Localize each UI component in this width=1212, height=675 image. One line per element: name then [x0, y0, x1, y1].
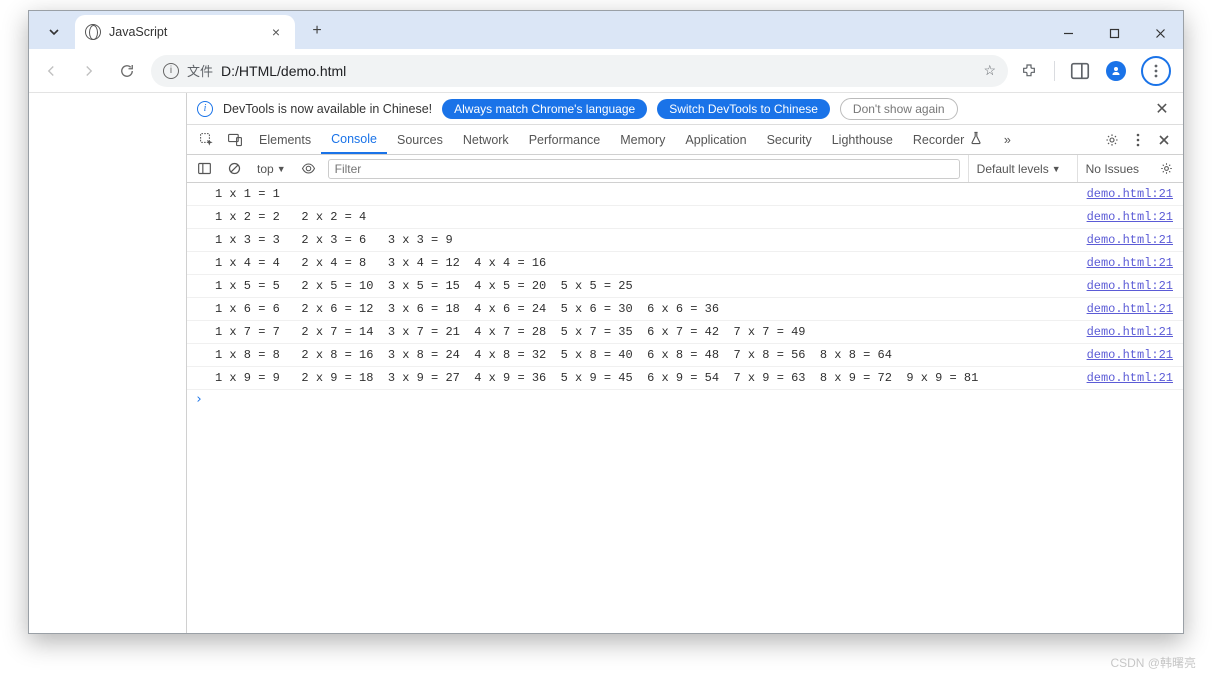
chevron-down-icon: ▼: [277, 164, 286, 174]
device-toolbar-icon[interactable]: [221, 125, 249, 154]
browser-tab[interactable]: JavaScript ×: [75, 15, 295, 49]
tab-elements[interactable]: Elements: [249, 125, 321, 154]
inspect-element-icon[interactable]: [193, 125, 221, 154]
console-log-message: 1 x 3 = 3 2 x 3 = 6 3 x 3 = 9: [187, 229, 1087, 251]
more-tabs-button[interactable]: »: [994, 125, 1020, 154]
console-log-source-link[interactable]: demo.html:21: [1087, 252, 1183, 274]
infobar-close-button[interactable]: ✕: [1151, 99, 1173, 119]
console-log-message: 1 x 1 = 1: [187, 183, 1087, 205]
console-log-row: 1 x 6 = 6 2 x 6 = 12 3 x 6 = 18 4 x 6 = …: [187, 298, 1183, 321]
issues-indicator[interactable]: No Issues: [1077, 155, 1147, 182]
separator: [1054, 61, 1055, 81]
window-maximize-button[interactable]: [1091, 17, 1137, 49]
watermark: CSDN @韩曙亮: [1110, 654, 1196, 671]
tab-recorder[interactable]: Recorder: [903, 125, 994, 154]
console-log-row: 1 x 7 = 7 2 x 7 = 14 3 x 7 = 21 4 x 7 = …: [187, 321, 1183, 344]
console-log-row: 1 x 9 = 9 2 x 9 = 18 3 x 9 = 27 4 x 9 = …: [187, 367, 1183, 390]
console-filter[interactable]: [328, 159, 960, 179]
chevron-down-icon: ▼: [1052, 164, 1061, 174]
infobar-match-language-button[interactable]: Always match Chrome's language: [442, 99, 647, 119]
nav-back-button[interactable]: [37, 57, 65, 85]
window-controls: [1045, 17, 1183, 49]
clear-console-icon[interactable]: [223, 158, 245, 180]
tab-close-button[interactable]: ×: [267, 23, 285, 41]
console-log-message: 1 x 2 = 2 2 x 2 = 4: [187, 206, 1087, 228]
console-output[interactable]: 1 x 1 = 1demo.html:211 x 2 = 2 2 x 2 = 4…: [187, 183, 1183, 633]
bookmark-star-icon[interactable]: ☆: [983, 62, 996, 79]
tab-console[interactable]: Console: [321, 125, 387, 154]
url-path: D:/HTML/demo.html: [221, 63, 346, 79]
globe-icon: [85, 24, 101, 40]
console-log-source-link[interactable]: demo.html:21: [1087, 206, 1183, 228]
console-log-source-link[interactable]: demo.html:21: [1087, 367, 1183, 389]
console-log-row: 1 x 5 = 5 2 x 5 = 10 3 x 5 = 15 4 x 5 = …: [187, 275, 1183, 298]
console-log-message: 1 x 7 = 7 2 x 7 = 14 3 x 7 = 21 4 x 7 = …: [187, 321, 1087, 343]
tab-search-button[interactable]: [39, 17, 69, 47]
page-content: [29, 93, 187, 633]
info-icon: i: [197, 101, 213, 117]
extensions-icon[interactable]: [1018, 60, 1040, 82]
console-log-message: 1 x 4 = 4 2 x 4 = 8 3 x 4 = 12 4 x 4 = 1…: [187, 252, 1087, 274]
console-settings-icon[interactable]: [1155, 158, 1177, 180]
devtools-menu-button[interactable]: [1125, 125, 1151, 154]
infobar-switch-language-button[interactable]: Switch DevTools to Chinese: [657, 99, 830, 119]
console-log-source-link[interactable]: demo.html:21: [1087, 275, 1183, 297]
devtools-panel: i DevTools is now available in Chinese! …: [187, 93, 1183, 633]
console-log-message: 1 x 9 = 9 2 x 9 = 18 3 x 9 = 27 4 x 9 = …: [187, 367, 1087, 389]
console-log-row: 1 x 1 = 1demo.html:21: [187, 183, 1183, 206]
tab-network[interactable]: Network: [453, 125, 519, 154]
filter-input[interactable]: [328, 159, 960, 179]
console-prompt[interactable]: ›: [187, 390, 1183, 407]
console-log-message: 1 x 8 = 8 2 x 8 = 16 3 x 8 = 24 4 x 8 = …: [187, 344, 1087, 366]
url-scheme: 文件: [187, 61, 213, 80]
infobar-text: DevTools is now available in Chinese!: [223, 102, 432, 116]
console-log-row: 1 x 4 = 4 2 x 4 = 8 3 x 4 = 12 4 x 4 = 1…: [187, 252, 1183, 275]
tab-security[interactable]: Security: [757, 125, 822, 154]
toggle-sidebar-icon[interactable]: [193, 158, 215, 180]
tab-application[interactable]: Application: [675, 125, 756, 154]
window-close-button[interactable]: [1137, 17, 1183, 49]
chrome-menu-button[interactable]: [1141, 56, 1171, 86]
execution-context-selector[interactable]: top ▼: [253, 162, 290, 176]
avatar-icon: [1106, 61, 1126, 81]
devtools-tabbar: Elements Console Sources Network Perform…: [187, 125, 1183, 155]
console-log-message: 1 x 5 = 5 2 x 5 = 10 3 x 5 = 15 4 x 5 = …: [187, 275, 1087, 297]
console-toolbar: top ▼ Default levels ▼ No Issues: [187, 155, 1183, 183]
address-bar: i 文件 D:/HTML/demo.html ☆: [29, 49, 1183, 93]
console-log-row: 1 x 3 = 3 2 x 3 = 6 3 x 3 = 9demo.html:2…: [187, 229, 1183, 252]
profile-button[interactable]: [1105, 60, 1127, 82]
devtools-infobar: i DevTools is now available in Chinese! …: [187, 93, 1183, 125]
window-minimize-button[interactable]: [1045, 17, 1091, 49]
tab-strip: JavaScript × +: [29, 11, 1183, 49]
side-panel-icon[interactable]: [1069, 60, 1091, 82]
nav-forward-button[interactable]: [75, 57, 103, 85]
console-log-source-link[interactable]: demo.html:21: [1087, 321, 1183, 343]
tab-title: JavaScript: [109, 25, 167, 39]
new-tab-button[interactable]: +: [303, 17, 331, 45]
console-log-row: 1 x 8 = 8 2 x 8 = 16 3 x 8 = 24 4 x 8 = …: [187, 344, 1183, 367]
site-info-icon[interactable]: i: [163, 63, 179, 79]
tab-performance[interactable]: Performance: [519, 125, 611, 154]
nav-reload-button[interactable]: [113, 57, 141, 85]
flask-icon: [968, 130, 984, 149]
console-log-row: 1 x 2 = 2 2 x 2 = 4demo.html:21: [187, 206, 1183, 229]
console-log-source-link[interactable]: demo.html:21: [1087, 229, 1183, 251]
live-expression-icon[interactable]: [298, 158, 320, 180]
console-log-message: 1 x 6 = 6 2 x 6 = 12 3 x 6 = 18 4 x 6 = …: [187, 298, 1087, 320]
devtools-close-button[interactable]: [1151, 125, 1177, 154]
tab-lighthouse[interactable]: Lighthouse: [822, 125, 903, 154]
tab-sources[interactable]: Sources: [387, 125, 453, 154]
url-field[interactable]: i 文件 D:/HTML/demo.html ☆: [151, 55, 1008, 87]
tab-memory[interactable]: Memory: [610, 125, 675, 154]
log-levels-selector[interactable]: Default levels ▼: [968, 155, 1069, 182]
console-log-source-link[interactable]: demo.html:21: [1087, 183, 1183, 205]
console-log-source-link[interactable]: demo.html:21: [1087, 298, 1183, 320]
browser-window: JavaScript × + i 文件 D:/HTML/demo.html ☆: [28, 10, 1184, 634]
infobar-dismiss-button[interactable]: Don't show again: [840, 98, 958, 120]
devtools-settings-icon[interactable]: [1099, 125, 1125, 154]
console-log-source-link[interactable]: demo.html:21: [1087, 344, 1183, 366]
